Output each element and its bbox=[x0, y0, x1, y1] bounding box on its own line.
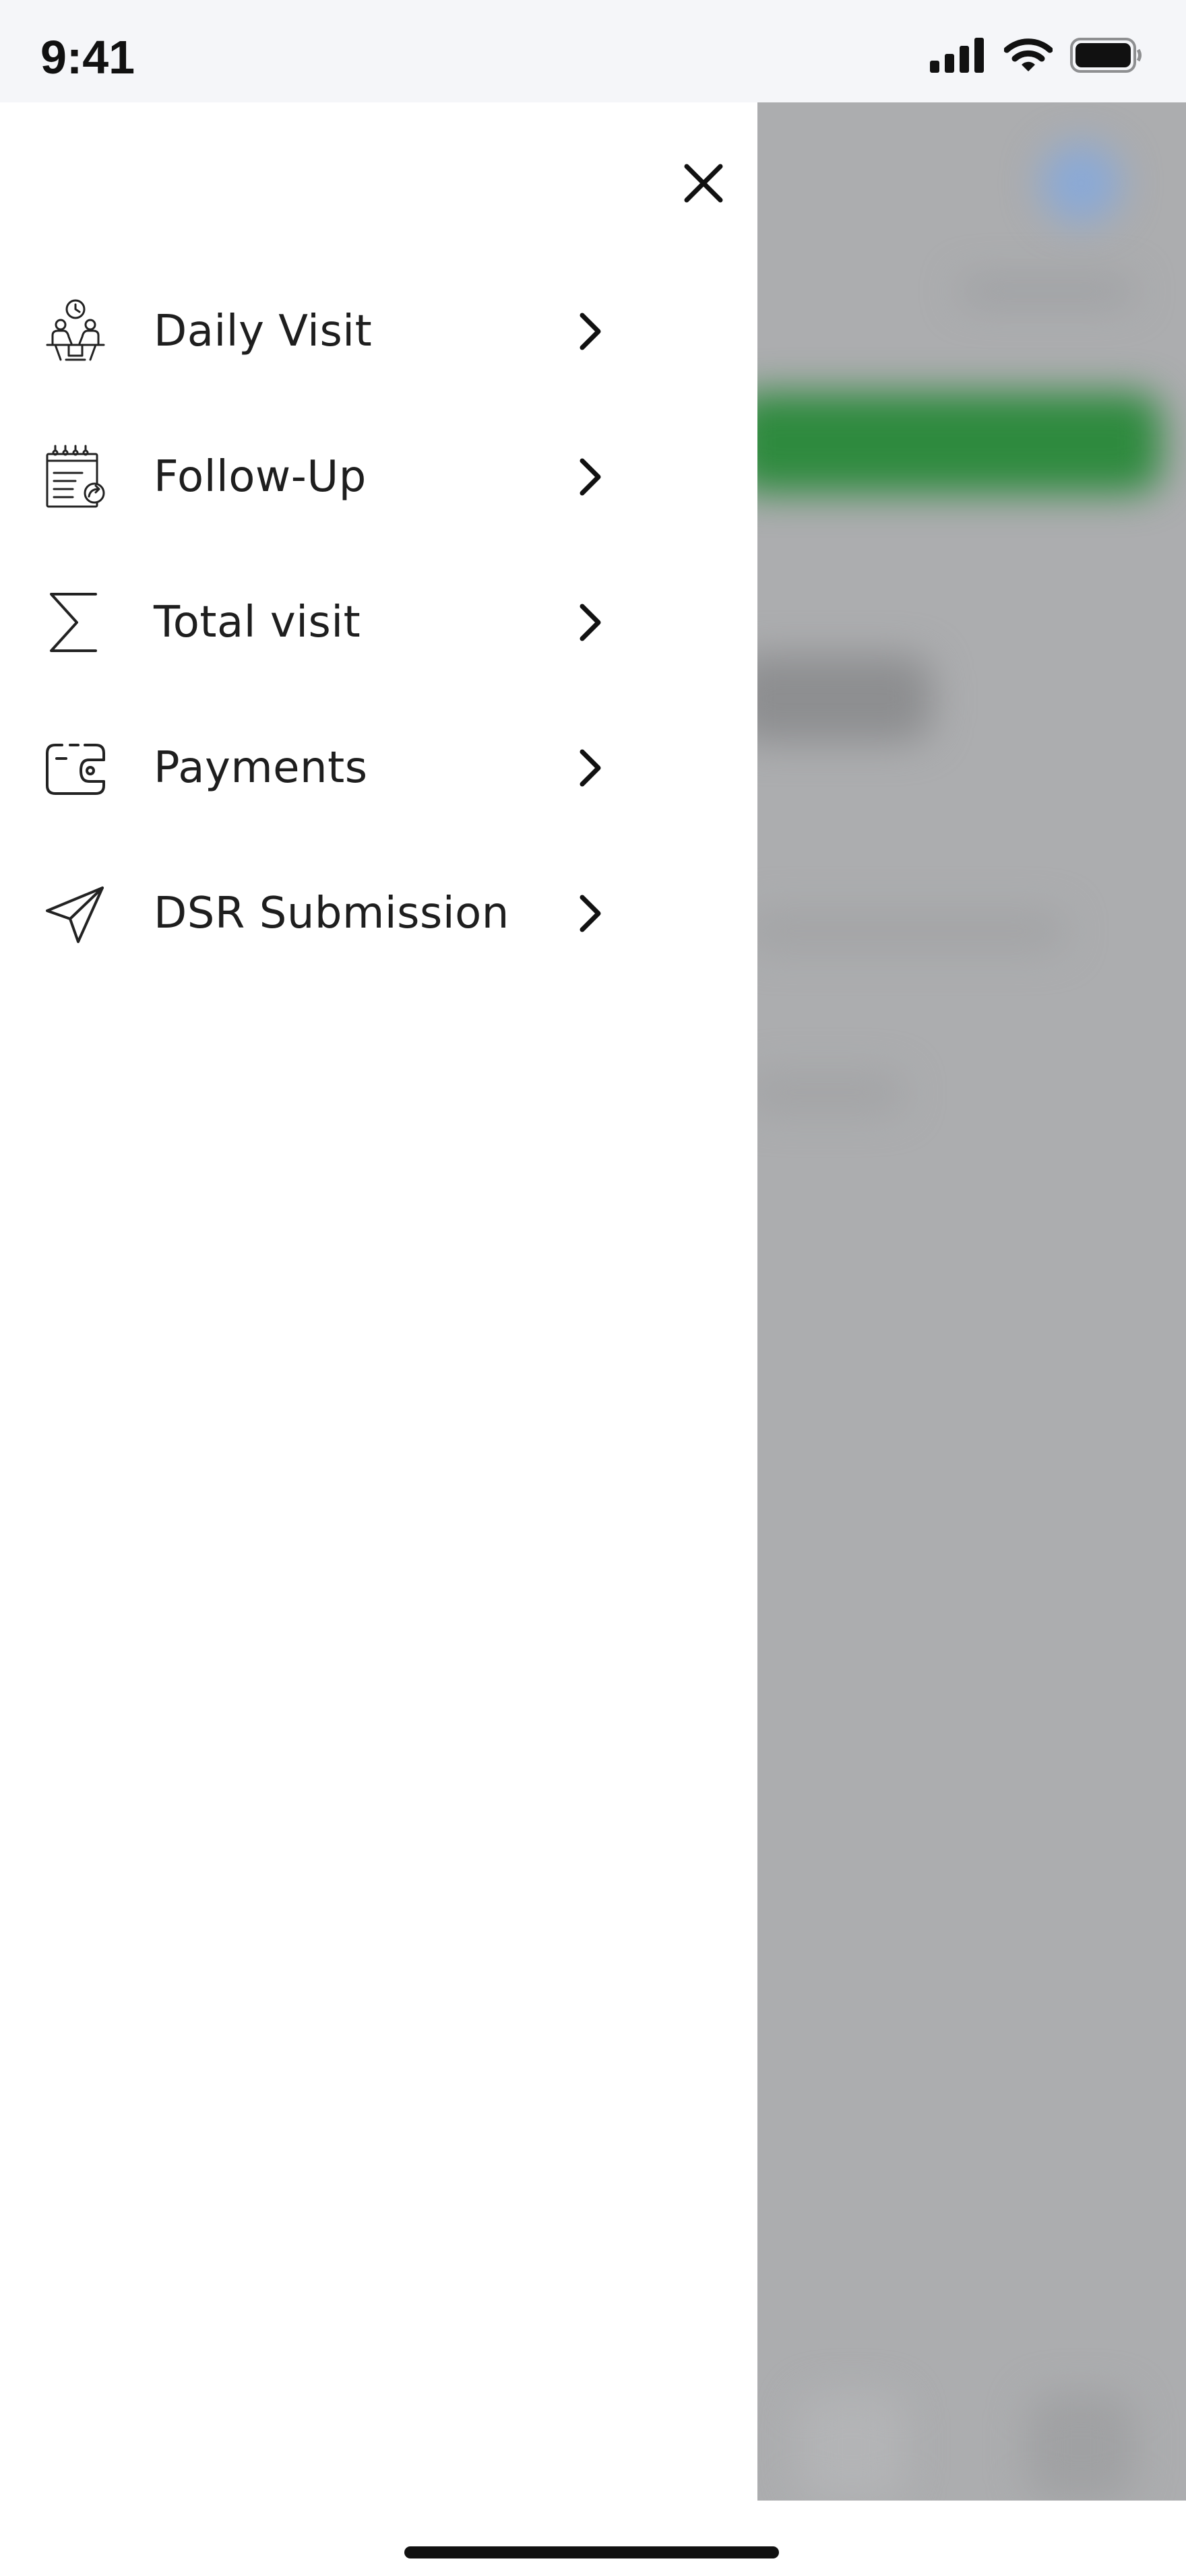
menu-item-payments[interactable]: Payments bbox=[0, 695, 757, 841]
follow-up-icon bbox=[42, 443, 109, 511]
background-tab bbox=[798, 2393, 906, 2501]
chevron-right-icon bbox=[573, 308, 608, 355]
menu-item-daily-visit[interactable]: Daily Visit bbox=[0, 259, 757, 404]
background-heading bbox=[757, 655, 933, 742]
menu-item-label: DSR Submission bbox=[154, 889, 509, 938]
status-icons bbox=[930, 35, 1143, 78]
daily-visit-icon bbox=[42, 298, 109, 365]
signal-icon bbox=[930, 38, 987, 75]
home-indicator[interactable] bbox=[404, 2546, 779, 2558]
menu-item-follow-up[interactable]: Follow-Up bbox=[0, 404, 757, 550]
close-button[interactable] bbox=[677, 156, 730, 210]
background-green-button bbox=[757, 392, 1162, 493]
menu-item-total-visit[interactable]: Total visit bbox=[0, 550, 757, 695]
background-avatar bbox=[1040, 143, 1121, 224]
status-bar: 9:41 bbox=[0, 0, 1186, 102]
chevron-right-icon bbox=[573, 744, 608, 792]
wallet-icon bbox=[42, 734, 109, 802]
background-tab bbox=[1027, 2393, 1135, 2501]
background-text bbox=[757, 1072, 906, 1113]
menu-item-label: Payments bbox=[154, 743, 368, 793]
background-text bbox=[757, 911, 1067, 951]
chevron-right-icon bbox=[573, 453, 608, 501]
status-time: 9:41 bbox=[40, 31, 135, 84]
close-icon bbox=[684, 164, 723, 203]
send-icon bbox=[42, 880, 109, 947]
menu-item-label: Total visit bbox=[154, 598, 361, 647]
menu-item-label: Follow-Up bbox=[154, 452, 367, 502]
background-text bbox=[960, 278, 1135, 304]
sigma-icon bbox=[42, 589, 109, 656]
menu-item-dsr-submission[interactable]: DSR Submission bbox=[0, 841, 757, 986]
drawer-menu: Daily Visit Follow-Up Total visit Paymen… bbox=[0, 259, 757, 986]
wifi-icon bbox=[1003, 38, 1053, 75]
blurred-background-overlay[interactable] bbox=[757, 102, 1186, 2501]
home-indicator-area bbox=[0, 2501, 1186, 2576]
menu-item-label: Daily Visit bbox=[154, 307, 373, 356]
chevron-right-icon bbox=[573, 599, 608, 646]
battery-icon bbox=[1070, 38, 1143, 75]
chevron-right-icon bbox=[573, 890, 608, 937]
navigation-drawer: Daily Visit Follow-Up Total visit Paymen… bbox=[0, 102, 757, 2501]
